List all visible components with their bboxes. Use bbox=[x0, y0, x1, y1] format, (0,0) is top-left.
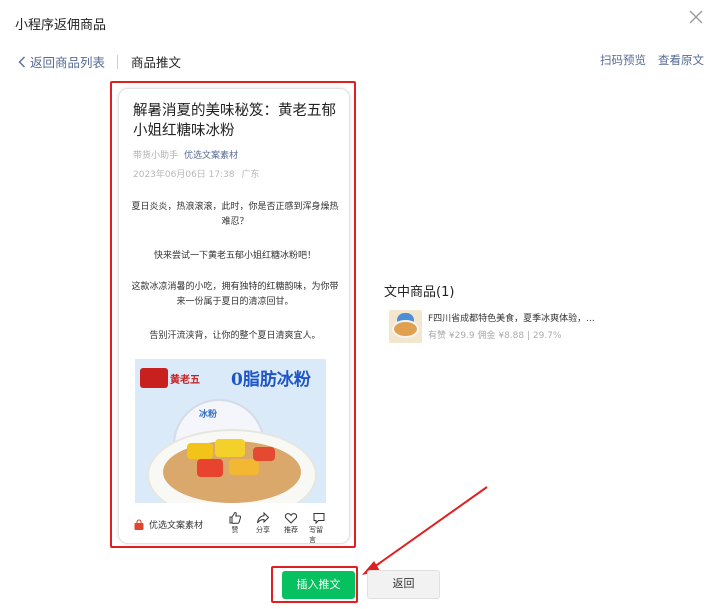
goods-list-item[interactable]: F四川省成都特色美食，夏季冰爽体验，... 有赞 ¥29.9 佣金 ¥8.88 … bbox=[389, 309, 619, 345]
annotation-arrow bbox=[362, 486, 488, 575]
goods-name: F四川省成都特色美食，夏季冰爽体验，... bbox=[428, 314, 595, 324]
nav-divider bbox=[117, 55, 118, 69]
view-original-link[interactable]: 查看原文 bbox=[658, 52, 704, 68]
nav-current-title: 商品推文 bbox=[131, 55, 182, 70]
highlight-box-article bbox=[110, 81, 356, 548]
goods-meta: 有赞 ¥29.9 佣金 ¥8.88 | 29.7% bbox=[428, 331, 562, 341]
insert-article-button[interactable]: 插入推文 bbox=[282, 571, 355, 599]
close-icon[interactable] bbox=[688, 9, 704, 25]
goods-thumbnail bbox=[389, 310, 422, 343]
back-to-goods-list-link[interactable]: 返回商品列表 bbox=[18, 52, 105, 71]
dialog-title: 小程序返佣商品 bbox=[15, 18, 107, 33]
back-button[interactable]: 返回 bbox=[367, 570, 440, 599]
thumb-bowl bbox=[392, 320, 419, 338]
scan-preview-link[interactable]: 扫码预览 bbox=[600, 52, 646, 68]
back-link-label: 返回商品列表 bbox=[30, 55, 106, 70]
chevron-left-icon bbox=[18, 56, 25, 67]
nav-actions: 扫码预览 查看原文 bbox=[600, 52, 704, 68]
navbar: 返回商品列表 商品推文 扫码预览 查看原文 bbox=[0, 52, 720, 72]
goods-section-title: 文中商品(1) bbox=[384, 285, 455, 300]
